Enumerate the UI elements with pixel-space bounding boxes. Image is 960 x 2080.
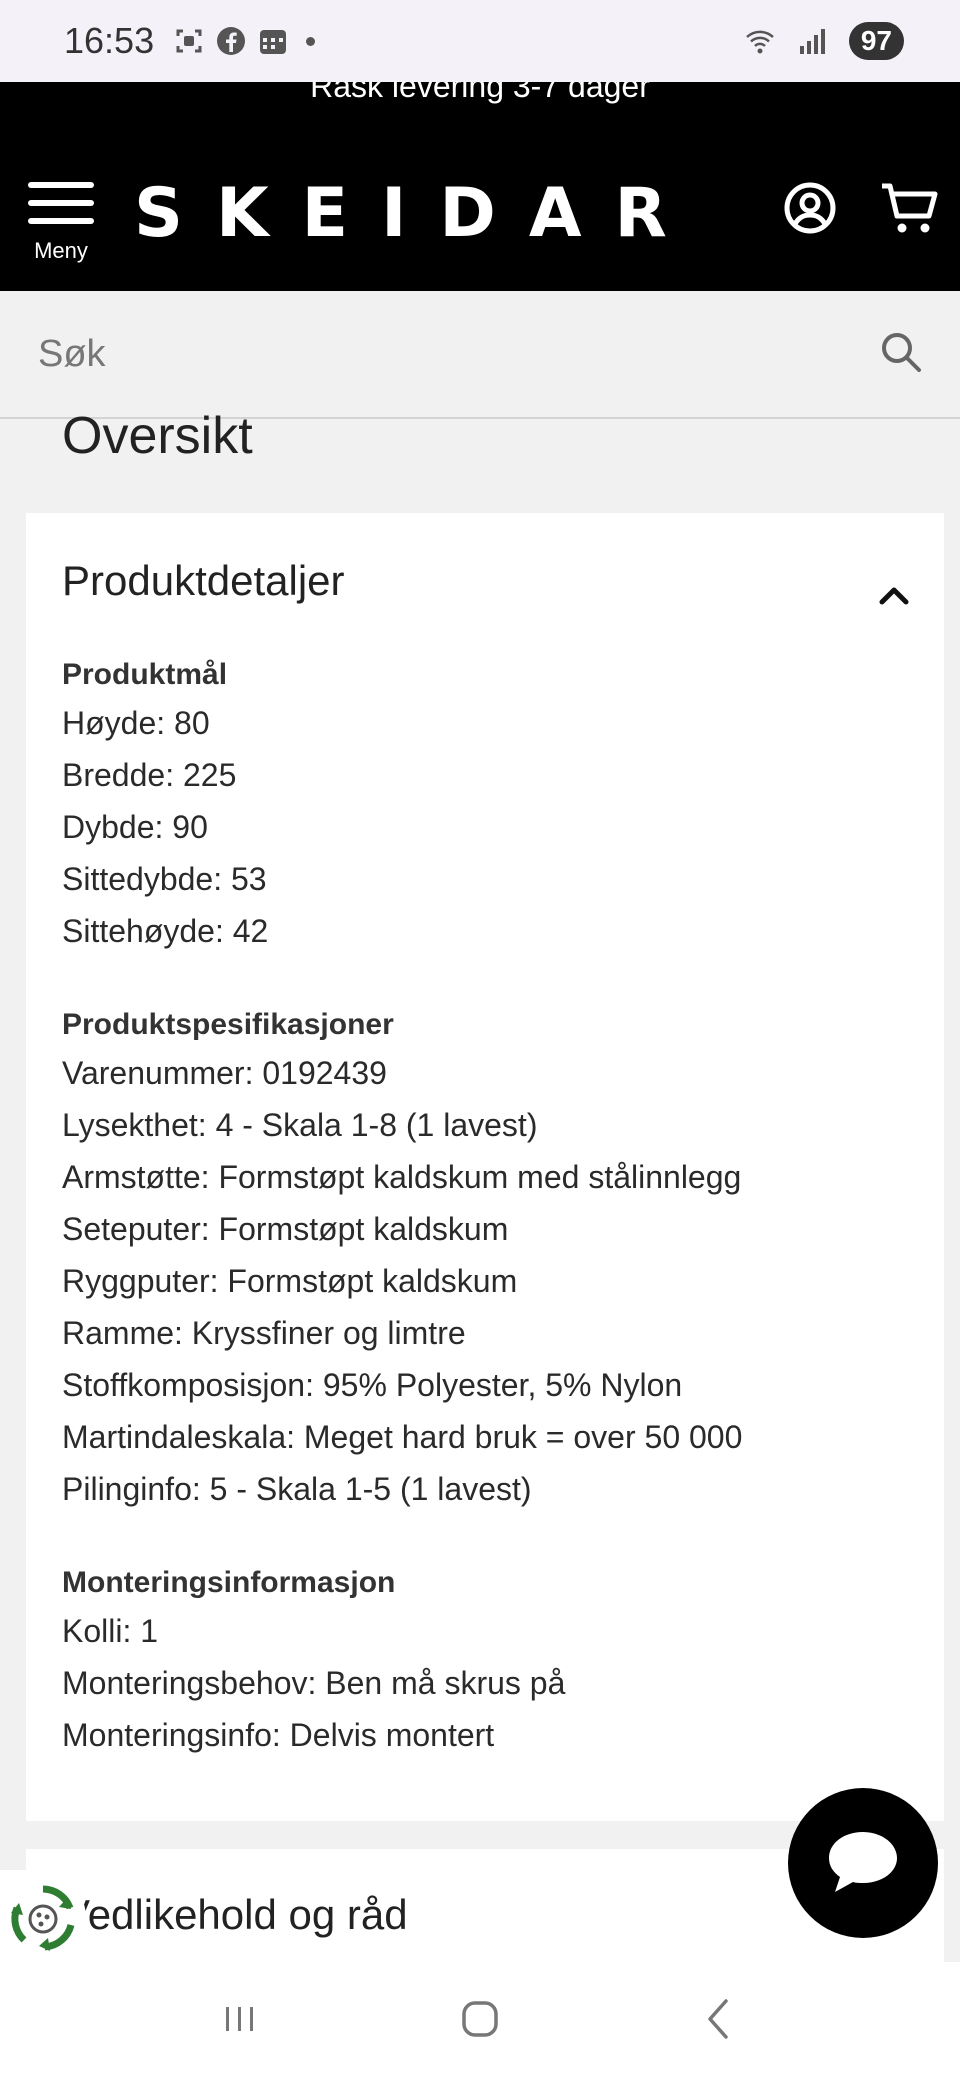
detail-line: Sittedybde: 53 xyxy=(62,861,267,897)
notification-dot-icon xyxy=(306,36,316,46)
calendar-icon xyxy=(258,26,288,56)
site-header: Rask levering 3-7 dager Meny SKEIDAR xyxy=(0,82,960,291)
detail-line: Armstøtte: Formstøpt kaldskum med stålin… xyxy=(62,1159,742,1195)
wifi-icon xyxy=(745,26,775,56)
menu-button[interactable]: Meny xyxy=(28,182,94,264)
care-advice-header[interactable]: Vedlikehold og råd xyxy=(62,1891,408,1939)
battery-level: 97 xyxy=(848,22,904,60)
chevron-up-icon[interactable] xyxy=(874,575,914,615)
detail-line: Martindaleskala: Meget hard bruk = over … xyxy=(62,1419,743,1455)
account-icon[interactable] xyxy=(780,178,840,238)
system-nav-bar xyxy=(0,1962,960,2080)
recycle-badge[interactable] xyxy=(0,1870,86,1966)
group-title: Produktmål xyxy=(62,658,228,691)
product-details-body: Produktmål Høyde: 80 Bredde: 225 Dybde: … xyxy=(62,653,924,1807)
recent-apps-icon[interactable] xyxy=(216,1995,264,2048)
status-time: 16:53 xyxy=(64,20,155,61)
site-logo[interactable]: SKEIDAR xyxy=(134,174,700,253)
screenshot-icon xyxy=(174,26,204,56)
product-details-header[interactable]: Produktdetaljer xyxy=(62,557,345,605)
detail-line: Monteringsinfo: Delvis montert xyxy=(62,1717,495,1753)
home-icon[interactable] xyxy=(456,1995,504,2048)
detail-line: Ryggputer: Formstøpt kaldskum xyxy=(62,1263,518,1299)
product-details-panel: Produktdetaljer Produktmål Høyde: 80 Bre… xyxy=(26,513,944,1821)
status-bar: 16:53 97 xyxy=(0,0,960,82)
detail-line: Varenummer: 0192439 xyxy=(62,1055,387,1091)
search-bar xyxy=(0,291,960,419)
detail-line: Lysekthet: 4 - Skala 1-8 (1 lavest) xyxy=(62,1107,538,1143)
specifications-group: Produktspesifikasjoner Varenummer: 01924… xyxy=(62,1003,924,1515)
menu-icon xyxy=(28,182,94,224)
menu-label: Meny xyxy=(34,238,88,263)
chat-bubble-icon xyxy=(829,1832,897,1892)
detail-line: Kolli: 1 xyxy=(62,1613,159,1649)
search-icon[interactable] xyxy=(878,329,924,380)
detail-line: Pilinginfo: 5 - Skala 1-5 (1 lavest) xyxy=(62,1471,532,1507)
search-input[interactable] xyxy=(38,332,878,376)
facebook-icon xyxy=(216,26,246,56)
chat-button[interactable] xyxy=(788,1788,938,1938)
detail-line: Bredde: 225 xyxy=(62,757,237,793)
detail-line: Monteringsbehov: Ben må skrus på xyxy=(62,1665,566,1701)
dimensions-group: Produktmål Høyde: 80 Bredde: 225 Dybde: … xyxy=(62,653,924,957)
detail-line: Stoffkomposisjon: 95% Polyester, 5% Nylo… xyxy=(62,1367,683,1403)
group-title: Monteringsinformasjon xyxy=(62,1566,396,1599)
detail-line: Sittehøyde: 42 xyxy=(62,913,269,949)
detail-line: Dybde: 90 xyxy=(62,809,208,845)
detail-line: Ramme: Kryssfiner og limtre xyxy=(62,1315,466,1351)
assembly-group: Monteringsinformasjon Kolli: 1 Montering… xyxy=(62,1561,924,1761)
delivery-banner[interactable]: Rask levering 3-7 dager xyxy=(0,82,960,105)
recycle-icon xyxy=(11,1885,75,1951)
back-icon[interactable] xyxy=(696,1995,744,2048)
group-title: Produktspesifikasjoner xyxy=(62,1008,394,1041)
detail-line: Høyde: 80 xyxy=(62,705,210,741)
detail-line: Seteputer: Formstøpt kaldskum xyxy=(62,1211,509,1247)
section-title: Oversikt xyxy=(62,407,253,465)
cart-icon[interactable] xyxy=(880,178,940,238)
signal-icon xyxy=(797,26,827,56)
